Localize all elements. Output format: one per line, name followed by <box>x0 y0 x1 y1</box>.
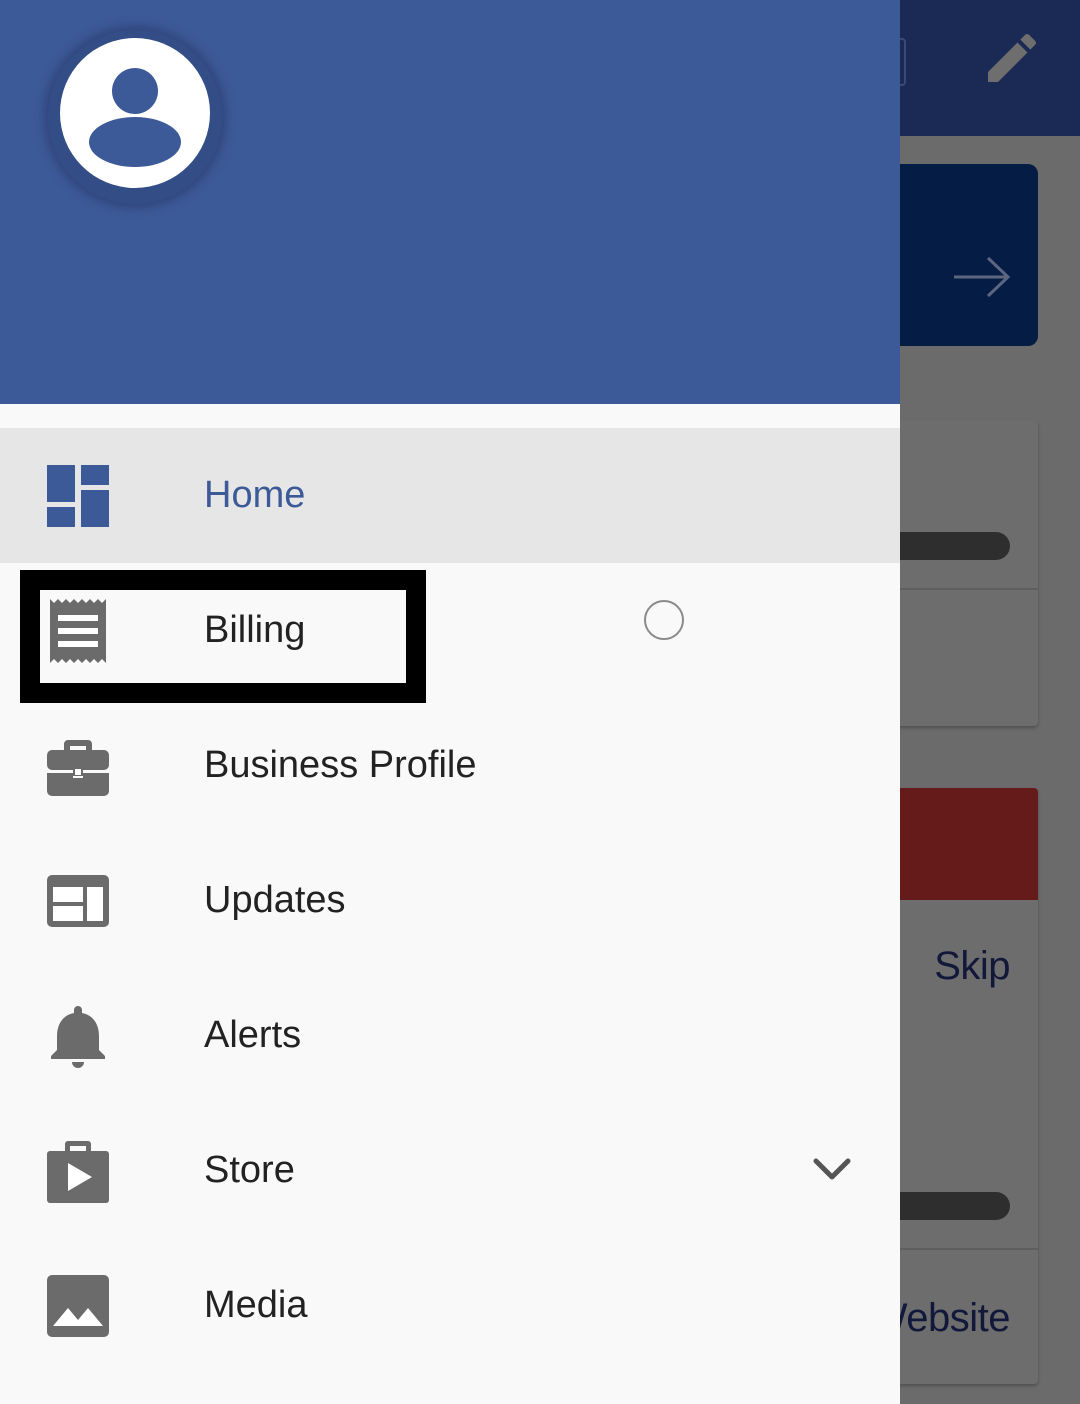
avatar[interactable] <box>48 30 222 204</box>
drawer-item-media[interactable]: Media <box>0 1238 900 1373</box>
drawer-item-label: Business Profile <box>204 744 477 786</box>
arrow-right-icon <box>954 256 1011 298</box>
navigation-drawer: Home Billing Business Profile Updates Al… <box>0 0 900 1404</box>
receipt-icon <box>50 599 106 663</box>
drawer-item-label: Updates <box>204 879 346 921</box>
drawer-item-label: Media <box>204 1284 308 1326</box>
skip-button[interactable]: Skip <box>934 944 1010 989</box>
card-divider <box>880 588 1038 590</box>
drawer-menu: Home Billing Business Profile Updates Al… <box>0 428 900 1373</box>
drawer-item-billing[interactable]: Billing <box>0 563 900 698</box>
drawer-item-store[interactable]: Store <box>0 1103 900 1238</box>
drawer-item-label: Billing <box>204 609 306 651</box>
image-icon <box>47 1275 109 1337</box>
briefcase-icon <box>47 740 109 796</box>
bell-icon <box>51 1006 105 1068</box>
dashboard-icon <box>47 465 109 527</box>
card-divider <box>880 1248 1038 1250</box>
drawer-item-home[interactable]: Home <box>0 428 900 563</box>
drawer-item-updates[interactable]: Updates <box>0 833 900 968</box>
account-circle-icon <box>60 38 210 188</box>
store-bag-icon <box>47 1141 109 1203</box>
chevron-down-icon[interactable] <box>810 1147 854 1191</box>
drawer-item-label: Alerts <box>204 1014 302 1056</box>
background-card <box>880 420 1038 726</box>
drawer-item-label: Home <box>204 474 306 516</box>
drawer-item-label: Store <box>204 1149 295 1191</box>
red-banner <box>880 788 1038 900</box>
web-article-icon <box>47 875 109 927</box>
edit-pencil-icon[interactable] <box>980 26 1044 90</box>
drawer-item-business-profile[interactable]: Business Profile <box>0 698 900 833</box>
drawer-item-alerts[interactable]: Alerts <box>0 968 900 1103</box>
drawer-header <box>0 0 900 404</box>
